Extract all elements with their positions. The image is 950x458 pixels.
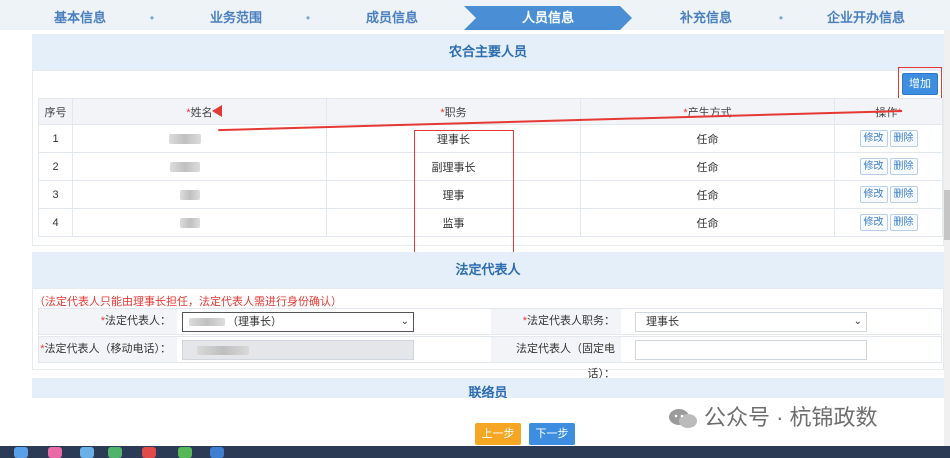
col-header-method: *产生方式 bbox=[580, 98, 835, 125]
edit-button[interactable]: 修改 bbox=[859, 214, 888, 231]
prev-step-button[interactable]: 上一步 bbox=[475, 423, 521, 445]
app-icon[interactable] bbox=[48, 447, 62, 458]
row-no: 3 bbox=[38, 180, 73, 209]
legal-rep-mobile-label-text: 法定代表人（移动电话）： bbox=[44, 343, 172, 355]
step-business-scope[interactable]: 业务范围 bbox=[196, 6, 276, 30]
row-no: 1 bbox=[38, 124, 73, 153]
step-member-info[interactable]: 成员信息 bbox=[352, 6, 432, 30]
scrollbar-thumb[interactable] bbox=[944, 190, 950, 240]
next-step-button[interactable]: 下一步 bbox=[529, 423, 575, 445]
delete-button[interactable]: 删除 bbox=[889, 158, 918, 175]
col-header-position-label: 职务 bbox=[444, 106, 467, 119]
row-method: 任命 bbox=[580, 208, 835, 237]
legal-rep-label: *法定代表人： bbox=[39, 309, 177, 334]
delete-button[interactable]: 删除 bbox=[889, 186, 918, 203]
annotation-box-positions bbox=[414, 130, 514, 254]
col-header-name-label: 姓名 bbox=[190, 106, 213, 119]
legal-rep-duty-select[interactable]: 理事长 ⌄ bbox=[635, 312, 867, 332]
app-icon[interactable] bbox=[210, 447, 224, 458]
row-method: 任命 bbox=[580, 180, 835, 209]
wechat-icon bbox=[669, 409, 697, 429]
legal-rep-duty-label-text: 法定代表人职务： bbox=[527, 315, 615, 327]
row-actions: 修改 删除 bbox=[834, 180, 943, 209]
edit-button[interactable]: 修改 bbox=[859, 158, 888, 175]
app-icon[interactable] bbox=[142, 447, 156, 458]
step-enterprise-info[interactable]: 企业开办信息 bbox=[816, 6, 916, 30]
step-personnel-info[interactable]: 人员信息 bbox=[508, 6, 588, 30]
app-icon[interactable] bbox=[178, 447, 192, 458]
chevron-down-icon: ⌄ bbox=[400, 316, 409, 327]
edit-button[interactable]: 修改 bbox=[859, 186, 888, 203]
col-header-name: *姓名 bbox=[72, 98, 327, 125]
required-mark: * bbox=[897, 106, 902, 119]
step-separator: • bbox=[149, 11, 155, 25]
row-no: 2 bbox=[38, 152, 73, 181]
legal-rep-row-2: *法定代表人（移动电话）： 法定代表人（固定电话）： bbox=[38, 336, 942, 380]
legal-rep-select[interactable]: （理事长） ⌄ bbox=[182, 312, 414, 332]
step-supplementary-info[interactable]: 补充信息 bbox=[666, 6, 746, 30]
step-separator: • bbox=[778, 11, 784, 25]
annotation-arrow-head bbox=[212, 105, 222, 117]
legal-rep-mobile-label: *法定代表人（移动电话）： bbox=[39, 337, 177, 362]
app-icon[interactable] bbox=[108, 447, 122, 458]
row-no: 4 bbox=[38, 208, 73, 237]
legal-rep-duty-label: *法定代表人职务： bbox=[491, 309, 621, 334]
legal-rep-mobile-input[interactable] bbox=[182, 340, 414, 360]
step-basic-info[interactable]: 基本信息 bbox=[40, 6, 120, 30]
watermark: 公众号 · 杭锦政数 bbox=[668, 404, 878, 432]
row-actions: 修改 删除 bbox=[834, 124, 943, 153]
row-name-redacted bbox=[72, 152, 327, 181]
watermark-text: 公众号 · 杭锦政数 bbox=[704, 405, 878, 430]
row-method: 任命 bbox=[580, 152, 835, 181]
edit-button[interactable]: 修改 bbox=[859, 130, 888, 147]
step-separator: • bbox=[305, 11, 311, 25]
row-method: 任命 bbox=[580, 124, 835, 153]
start-icon[interactable] bbox=[14, 447, 28, 458]
row-name-redacted bbox=[72, 180, 327, 209]
legal-rep-title: 法定代表人 bbox=[32, 252, 944, 288]
taskbar bbox=[0, 446, 950, 458]
col-header-no: 序号 bbox=[38, 98, 73, 125]
row-actions: 修改 删除 bbox=[834, 152, 943, 181]
legal-rep-landline-input[interactable] bbox=[635, 340, 867, 360]
row-actions: 修改 删除 bbox=[834, 208, 943, 237]
delete-button[interactable]: 删除 bbox=[889, 130, 918, 147]
legal-rep-row-1: *法定代表人： （理事长） ⌄ *法定代表人职务： 理事长 ⌄ bbox=[38, 308, 942, 335]
legal-rep-select-value: （理事长） bbox=[227, 316, 282, 328]
legal-rep-label-text: 法定代表人： bbox=[105, 315, 171, 327]
delete-button[interactable]: 删除 bbox=[889, 214, 918, 231]
legal-rep-duty-value: 理事长 bbox=[646, 316, 679, 328]
chevron-down-icon: ⌄ bbox=[853, 316, 862, 327]
app-icon[interactable] bbox=[80, 447, 94, 458]
legal-rep-notice: （法定代表人只能由理事长担任，法定代表人需进行身份确认） bbox=[34, 296, 342, 308]
row-name-redacted bbox=[72, 208, 327, 237]
legal-rep-landline-label: 法定代表人（固定电话）： bbox=[491, 337, 621, 380]
main-personnel-title: 农合主要人员 bbox=[32, 34, 944, 70]
step-navigation: 基本信息 • 业务范围 • 成员信息 人员信息 补充信息 • 企业开办信息 bbox=[0, 0, 950, 30]
contact-title: 联络员 bbox=[32, 378, 944, 398]
